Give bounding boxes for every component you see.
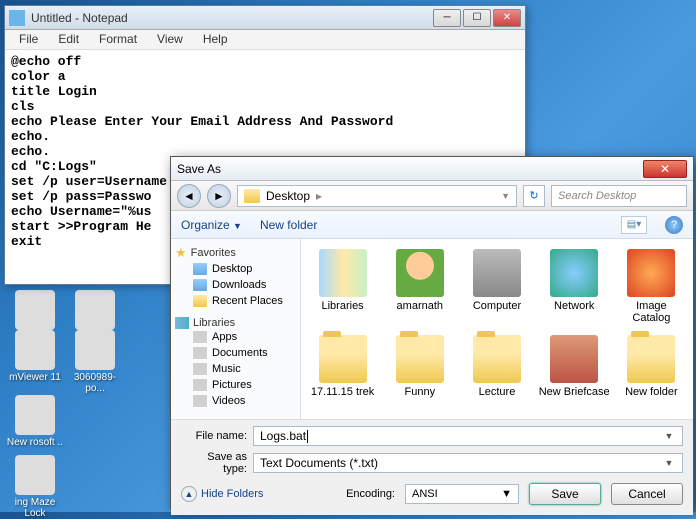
- chevron-down-icon: ▼: [501, 488, 512, 500]
- encoding-select[interactable]: ANSI▼: [405, 484, 519, 504]
- file-label: Network: [539, 300, 610, 312]
- notepad-title: Untitled - Notepad: [31, 11, 433, 25]
- sidebar-item-videos[interactable]: Videos: [175, 393, 296, 409]
- sidebar-item-music[interactable]: Music: [175, 361, 296, 377]
- forward-button[interactable]: ►: [207, 184, 231, 208]
- file-item[interactable]: New folder: [614, 333, 689, 417]
- new-folder-button[interactable]: New folder: [260, 218, 317, 232]
- net-icon: [550, 249, 598, 297]
- folder-icon: [319, 335, 367, 383]
- sidebar-item-pictures[interactable]: Pictures: [175, 377, 296, 393]
- back-button[interactable]: ◄: [177, 184, 201, 208]
- chevron-right-icon: ▸: [316, 189, 322, 203]
- folder-icon: [396, 335, 444, 383]
- file-label: New folder: [616, 386, 687, 398]
- file-item[interactable]: New Briefcase: [537, 333, 612, 417]
- saveas-sidebar: ★Favorites Desktop Downloads Recent Plac…: [171, 239, 301, 419]
- user-icon: [396, 249, 444, 297]
- file-label: amarnath: [384, 300, 455, 312]
- libs-icon: [319, 249, 367, 297]
- refresh-button[interactable]: ↻: [523, 185, 545, 207]
- comp-icon: [473, 249, 521, 297]
- file-item[interactable]: Funny: [382, 333, 457, 417]
- img-icon: [627, 249, 675, 297]
- file-item[interactable]: Computer: [459, 247, 534, 331]
- sidebar-item-desktop[interactable]: Desktop: [175, 261, 296, 277]
- close-button[interactable]: ✕: [643, 160, 687, 178]
- view-options-button[interactable]: ▤▾: [621, 216, 647, 234]
- savetype-select[interactable]: Text Documents (*.txt)▼: [253, 453, 683, 473]
- file-grid: Libraries amarnath Computer Network Image Ca…: [301, 239, 693, 419]
- folder-icon: [627, 335, 675, 383]
- file-label: Computer: [461, 300, 532, 312]
- sidebar-libraries[interactable]: Libraries: [175, 317, 296, 329]
- filename-label: File name:: [181, 430, 253, 442]
- chevron-up-icon: ▲: [181, 486, 197, 502]
- sidebar-item-apps[interactable]: Apps: [175, 329, 296, 345]
- filename-input[interactable]: Logs.bat▼: [253, 426, 683, 446]
- sidebar-item-downloads[interactable]: Downloads: [175, 277, 296, 293]
- file-item[interactable]: amarnath: [382, 247, 457, 331]
- file-item[interactable]: Lecture: [459, 333, 534, 417]
- hide-folders-button[interactable]: ▲Hide Folders: [181, 486, 263, 502]
- notepad-titlebar[interactable]: Untitled - Notepad ─ ☐ ✕: [5, 6, 525, 30]
- desktop-icon[interactable]: ing Maze Lock: [5, 455, 65, 519]
- minimize-button[interactable]: ─: [433, 9, 461, 27]
- notepad-menubar: File Edit Format View Help: [5, 30, 525, 50]
- breadcrumb[interactable]: Desktop ▸ ▼: [237, 185, 517, 207]
- desktop-icon[interactable]: 3060989-po...: [65, 330, 125, 394]
- saveas-toolbar: Organize ▼ New folder ▤▾ ?: [171, 211, 693, 239]
- menu-file[interactable]: File: [9, 30, 48, 49]
- help-icon[interactable]: ?: [665, 216, 683, 234]
- saveas-bottom-panel: File name: Logs.bat▼ Save as type: Text …: [171, 419, 693, 515]
- menu-format[interactable]: Format: [89, 30, 147, 49]
- close-button[interactable]: ✕: [493, 9, 521, 27]
- savetype-label: Save as type:: [181, 451, 253, 475]
- file-label: 17.11.15 trek: [307, 386, 378, 398]
- cancel-button[interactable]: Cancel: [611, 483, 683, 505]
- save-button[interactable]: Save: [529, 483, 601, 505]
- save-as-dialog: Save As ✕ ◄ ► Desktop ▸ ▼ ↻ Search Deskt…: [170, 156, 694, 510]
- file-label: Libraries: [307, 300, 378, 312]
- saveas-title: Save As: [177, 162, 643, 176]
- case-icon: [550, 335, 598, 383]
- menu-view[interactable]: View: [147, 30, 193, 49]
- file-item[interactable]: Image Catalog: [614, 247, 689, 331]
- file-item[interactable]: Libraries: [305, 247, 380, 331]
- encoding-label: Encoding:: [346, 488, 395, 500]
- libraries-icon: [175, 317, 189, 329]
- menu-help[interactable]: Help: [193, 30, 238, 49]
- sidebar-item-recent[interactable]: Recent Places: [175, 293, 296, 309]
- saveas-navbar: ◄ ► Desktop ▸ ▼ ↻ Search Desktop: [171, 181, 693, 211]
- file-item[interactable]: Network: [537, 247, 612, 331]
- chevron-down-icon[interactable]: ▼: [501, 191, 510, 201]
- chevron-down-icon: ▼: [233, 221, 242, 231]
- file-item[interactable]: 17.11.15 trek: [305, 333, 380, 417]
- saveas-titlebar[interactable]: Save As ✕: [171, 157, 693, 181]
- maximize-button[interactable]: ☐: [463, 9, 491, 27]
- search-input[interactable]: Search Desktop: [551, 185, 687, 207]
- desktop-icon[interactable]: New rosoft ..: [5, 395, 65, 448]
- desktop-icon[interactable]: mViewer 11: [5, 330, 65, 383]
- file-label: New Briefcase: [539, 386, 610, 398]
- sidebar-favorites[interactable]: ★Favorites: [175, 245, 296, 261]
- file-label: Funny: [384, 386, 455, 398]
- notepad-icon: [9, 10, 25, 26]
- folder-icon: [473, 335, 521, 383]
- sidebar-item-documents[interactable]: Documents: [175, 345, 296, 361]
- file-label: Image Catalog: [616, 300, 687, 324]
- star-icon: ★: [175, 245, 187, 261]
- chevron-down-icon[interactable]: ▼: [662, 458, 676, 468]
- menu-edit[interactable]: Edit: [48, 30, 89, 49]
- chevron-down-icon[interactable]: ▼: [662, 431, 676, 441]
- folder-icon: [244, 189, 260, 203]
- file-label: Lecture: [461, 386, 532, 398]
- organize-button[interactable]: Organize ▼: [181, 218, 242, 232]
